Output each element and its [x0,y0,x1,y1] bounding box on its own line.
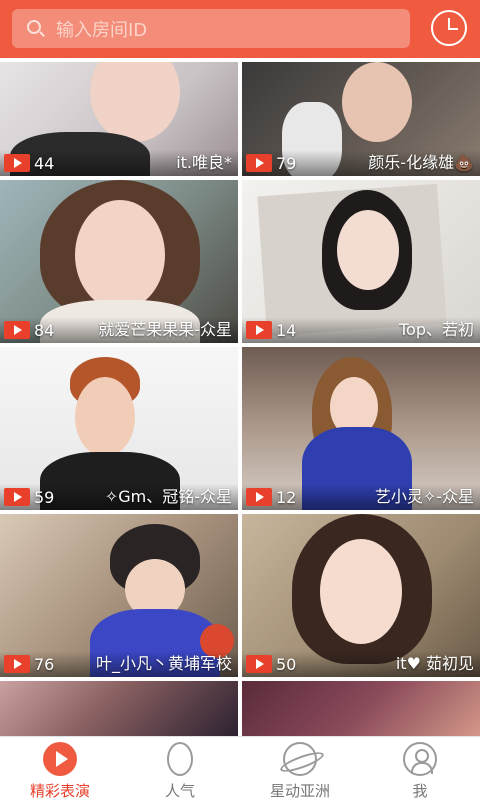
tab-label: 人气 [164,782,195,800]
room-card[interactable]: 44 it.唯良* [0,62,238,176]
top-bar: 输入房间ID [0,0,480,58]
room-card[interactable] [0,681,238,736]
play-icon [4,655,30,673]
room-card[interactable]: 76 叶_小凡丶黄埔军校 [0,514,238,677]
streamer-name: ✧Gm、冠铭-众星 [104,487,232,506]
room-card[interactable]: 50 it♥ 茹初见 [242,514,480,677]
tab-label: 精彩表演 [29,782,90,800]
search-placeholder: 输入房间ID [56,19,148,41]
history-clock-icon[interactable] [431,10,467,46]
tab-star-asia[interactable]: 星动亚洲 [240,737,360,801]
tab-popularity[interactable]: 人气 [120,737,240,801]
play-icon [4,321,30,339]
planet-icon [283,742,317,776]
user-icon [403,742,437,776]
play-icon [246,154,272,172]
play-icon [246,655,272,673]
play-icon [4,488,30,506]
viewer-count: 76 [34,655,55,674]
play-icon [246,488,272,506]
play-icon [246,321,272,339]
room-card[interactable]: 84 就爱芒果果果-众星 [0,180,238,343]
viewer-count: 12 [276,488,297,507]
tab-me[interactable]: 我 [360,737,480,801]
room-card[interactable]: 59 ✧Gm、冠铭-众星 [0,347,238,510]
viewer-count: 50 [276,655,297,674]
room-card[interactable] [242,681,480,736]
streamer-name: 艺小灵✧-众星 [374,487,474,506]
viewer-count: 79 [276,154,297,173]
room-card[interactable]: 79 颜乐-化缘雄💩 [242,62,480,176]
search-input[interactable]: 输入房间ID [12,9,410,48]
streamer-name: 叶_小凡丶黄埔军校 [95,654,232,673]
play-icon [43,742,77,776]
bottom-tab-bar: 精彩表演 人气 星动亚洲 我 [0,736,480,800]
room-grid: 44 it.唯良* 79 颜乐-化缘雄💩 84 就爱芒果果果-众星 14 Top… [0,62,480,736]
streamer-name: 颜乐-化缘雄💩 [368,153,474,172]
room-card[interactable]: 14 Top、若初 [242,180,480,343]
tab-performances[interactable]: 精彩表演 [0,737,120,801]
streamer-name: Top、若初 [398,320,474,339]
room-card[interactable]: 12 艺小灵✧-众星 [242,347,480,510]
play-icon [4,154,30,172]
viewer-count: 84 [34,321,55,340]
streamer-name: it♥ 茹初见 [395,654,474,673]
tab-label: 星动亚洲 [269,782,330,800]
tab-label: 我 [412,782,428,800]
viewer-count: 44 [34,154,55,173]
viewer-count: 14 [276,321,297,340]
streamer-name: 就爱芒果果果-众星 [98,320,232,339]
streamer-name: it.唯良* [176,153,232,172]
viewer-count: 59 [34,488,55,507]
flame-icon [167,742,193,776]
search-icon [26,19,46,39]
